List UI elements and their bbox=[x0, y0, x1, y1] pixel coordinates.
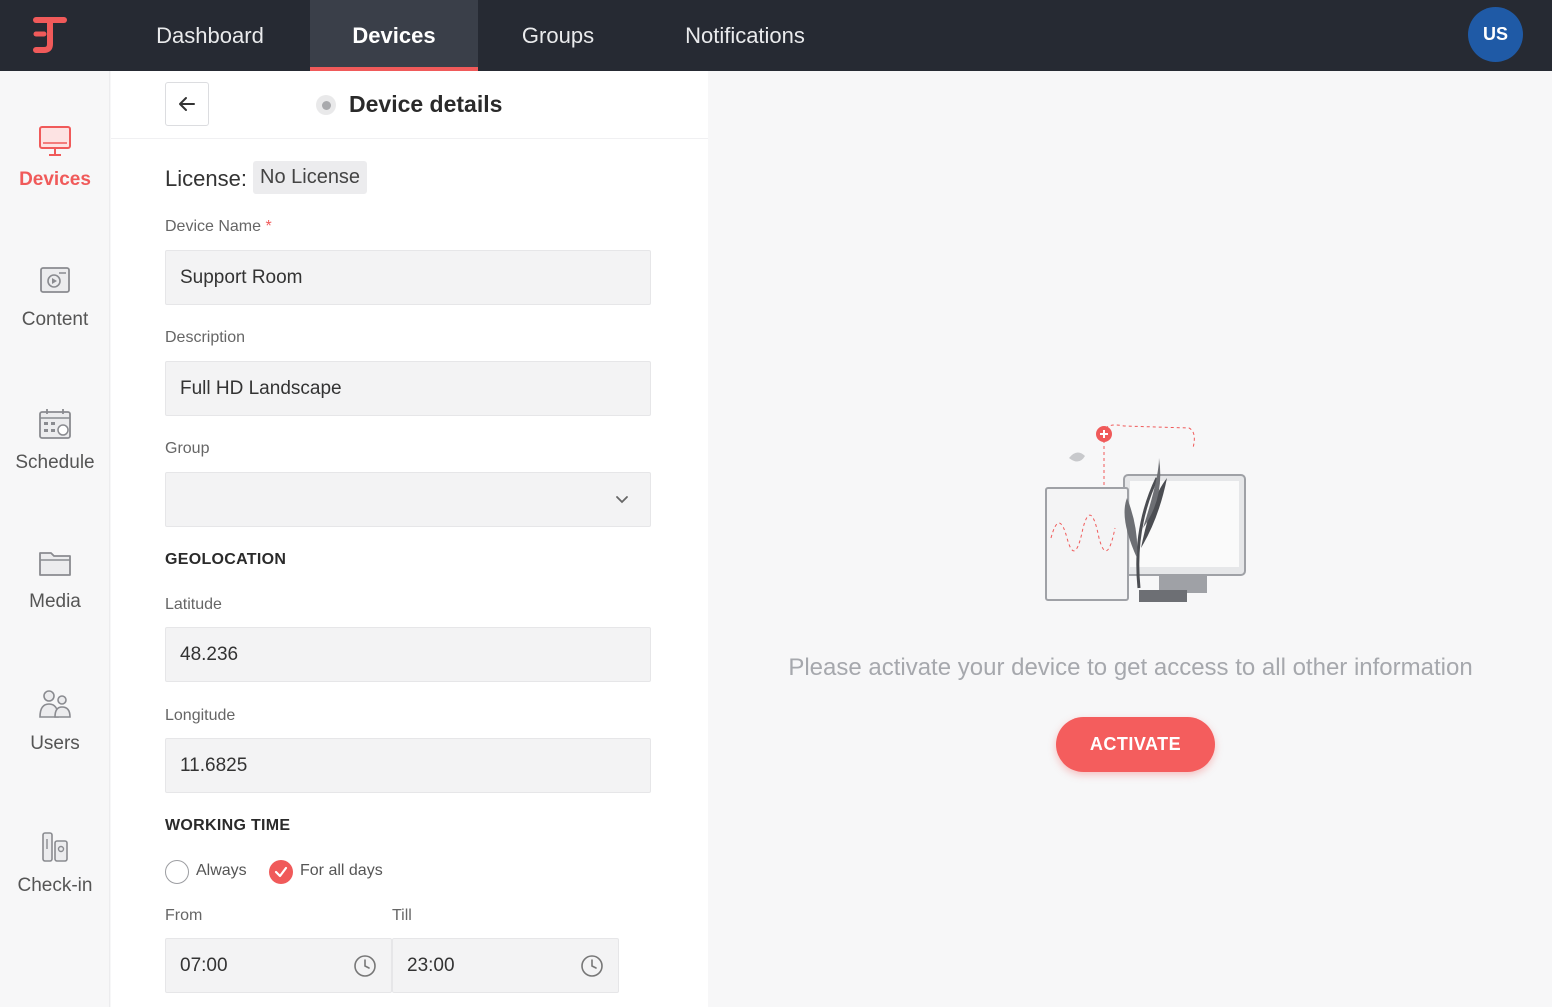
sidebar-item-check-in[interactable]: Check-in bbox=[0, 829, 110, 939]
monitor-icon bbox=[37, 123, 73, 159]
longitude-label: Longitude bbox=[165, 707, 236, 724]
clock-icon[interactable] bbox=[353, 954, 377, 978]
arrow-left-icon bbox=[179, 97, 195, 111]
from-time-field[interactable]: 07:00 bbox=[165, 938, 392, 993]
sidebar-item-label: Media bbox=[29, 591, 81, 612]
user-avatar[interactable]: US bbox=[1468, 7, 1523, 62]
all-days-radio-label[interactable]: For all days bbox=[300, 862, 383, 880]
license-badge: No License bbox=[253, 161, 368, 194]
device-name-field[interactable]: Support Room bbox=[165, 250, 651, 305]
nav-notifications[interactable]: Notifications bbox=[650, 0, 840, 71]
working-time-section-title: WORKING TIME bbox=[165, 817, 291, 834]
from-time-value: 07:00 bbox=[180, 954, 228, 976]
folder-icon bbox=[37, 545, 73, 581]
description-field[interactable]: Full HD Landscape bbox=[165, 361, 651, 416]
sidebar-item-schedule[interactable]: Schedule bbox=[0, 406, 110, 516]
from-label: From bbox=[165, 907, 203, 924]
always-radio[interactable] bbox=[165, 860, 189, 884]
sidebar-item-label: Devices bbox=[19, 169, 91, 190]
content-icon bbox=[37, 263, 73, 299]
activate-button[interactable]: ACTIVATE bbox=[1056, 717, 1215, 772]
till-label: Till bbox=[392, 907, 412, 924]
activation-area: Please activate your device to get acces… bbox=[709, 71, 1552, 1007]
chevron-down-icon bbox=[616, 496, 628, 504]
group-select[interactable] bbox=[165, 472, 651, 527]
sidebar-item-label: Users bbox=[30, 733, 80, 754]
checkmark-icon bbox=[274, 866, 288, 878]
device-status-indicator bbox=[316, 95, 336, 115]
sidebar-item-label: Schedule bbox=[15, 452, 95, 473]
top-navigation-bar: Dashboard Devices Groups Notifications U… bbox=[0, 0, 1552, 71]
sidebar-item-label: Check-in bbox=[17, 875, 93, 896]
app-logo-icon[interactable] bbox=[28, 14, 72, 54]
activation-message: Please activate your device to get acces… bbox=[788, 654, 1473, 681]
description-label: Description bbox=[165, 329, 246, 346]
longitude-field[interactable]: 11.6825 bbox=[165, 738, 651, 793]
all-days-radio[interactable] bbox=[269, 860, 293, 884]
left-sidebar: Devices Content Schedule Media Users Che… bbox=[0, 71, 110, 1007]
nav-devices[interactable]: Devices bbox=[310, 0, 478, 71]
sidebar-item-content[interactable]: Content bbox=[0, 263, 110, 373]
device-illustration bbox=[1029, 418, 1259, 618]
users-icon bbox=[37, 687, 73, 723]
calendar-icon bbox=[37, 406, 73, 442]
license-label: License: bbox=[165, 166, 247, 191]
sidebar-item-media[interactable]: Media bbox=[0, 545, 110, 655]
always-radio-label[interactable]: Always bbox=[196, 862, 247, 880]
sidebar-item-devices[interactable]: Devices bbox=[0, 123, 110, 233]
page-title: Device details bbox=[349, 91, 503, 117]
nav-groups[interactable]: Groups bbox=[488, 0, 628, 71]
nav-dashboard[interactable]: Dashboard bbox=[130, 0, 290, 71]
till-time-value: 23:00 bbox=[407, 954, 455, 976]
back-button[interactable] bbox=[165, 82, 209, 126]
sidebar-item-label: Content bbox=[21, 309, 89, 330]
sidebar-item-users[interactable]: Users bbox=[0, 687, 110, 797]
geolocation-section-title: GEOLOCATION bbox=[165, 551, 287, 568]
check-in-icon bbox=[37, 829, 73, 865]
group-label: Group bbox=[165, 440, 210, 457]
device-name-label: Device Name * bbox=[165, 218, 272, 235]
device-details-panel: Device details License: No License Devic… bbox=[111, 71, 708, 1007]
required-asterisk: * bbox=[265, 218, 272, 235]
latitude-field[interactable]: 48.236 bbox=[165, 627, 651, 682]
till-time-field[interactable]: 23:00 bbox=[392, 938, 619, 993]
panel-header: Device details bbox=[111, 71, 708, 139]
latitude-label: Latitude bbox=[165, 596, 222, 613]
clock-icon[interactable] bbox=[580, 954, 604, 978]
